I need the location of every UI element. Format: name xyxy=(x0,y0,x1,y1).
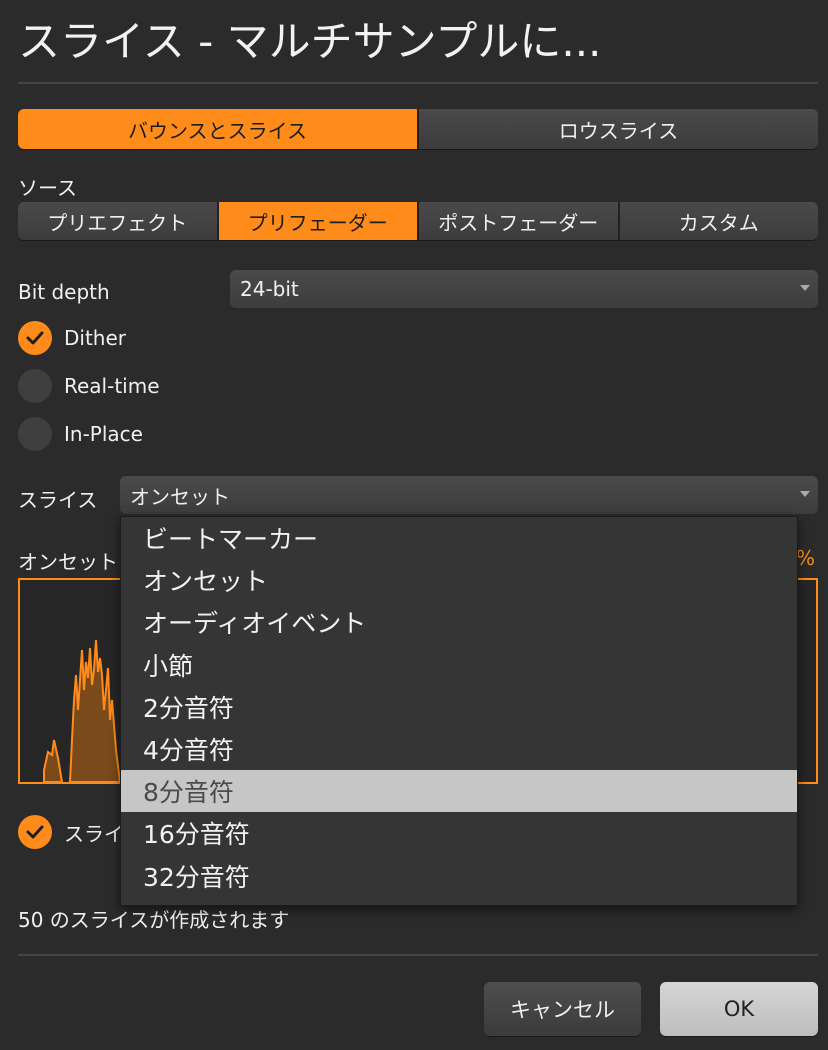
source-label: ソース xyxy=(18,176,77,200)
tab-raw-slice[interactable]: ロウスライス xyxy=(419,109,818,149)
source-pre-fader[interactable]: プリフェーダー xyxy=(218,202,419,240)
source-custom[interactable]: カスタム xyxy=(619,202,818,240)
slice-select[interactable]: オンセット xyxy=(120,476,818,514)
create-slices-checkbox[interactable]: スライ xyxy=(18,815,124,849)
checkmark-icon xyxy=(18,321,52,355)
slice-value: オンセット xyxy=(130,484,230,509)
onset-threshold-label: オンセット xyxy=(18,550,118,574)
chevron-down-icon xyxy=(800,285,810,291)
menu-item-audio-events[interactable]: オーディオイベント xyxy=(121,601,797,643)
source-pre-effect[interactable]: プリエフェクト xyxy=(18,202,219,240)
dither-label: Dither xyxy=(64,326,127,350)
cancel-button[interactable]: キャンセル xyxy=(484,982,641,1036)
source-selector: プリエフェクト プリフェーダー ポストフェーダー カスタム xyxy=(18,202,818,240)
divider xyxy=(18,954,818,956)
mode-tabs: バウンスとスライス ロウスライス xyxy=(18,109,818,149)
onset-threshold-value: % xyxy=(796,546,816,570)
realtime-label: Real-time xyxy=(64,374,160,398)
in-place-checkbox[interactable]: In-Place xyxy=(18,417,143,451)
dither-checkbox[interactable]: Dither xyxy=(18,321,126,355)
waveform-shape xyxy=(43,639,122,782)
checkmark-icon xyxy=(18,815,52,849)
menu-item-thirty-second-note[interactable]: 32分音符 xyxy=(121,855,797,897)
menu-item-half-note[interactable]: 2分音符 xyxy=(121,686,797,728)
menu-item-bar[interactable]: 小節 xyxy=(121,644,797,686)
bit-depth-label: Bit depth xyxy=(18,280,110,304)
realtime-checkbox[interactable]: Real-time xyxy=(18,369,160,403)
chevron-down-icon xyxy=(800,491,810,497)
unchecked-circle-icon xyxy=(18,417,52,451)
menu-item-eighth-note[interactable]: 8分音符 xyxy=(121,770,797,813)
in-place-label: In-Place xyxy=(64,422,143,446)
dialog-title: スライス - マルチサンプルに... xyxy=(18,17,602,66)
create-slices-label: スライ xyxy=(64,821,124,846)
unchecked-circle-icon xyxy=(18,369,52,403)
tab-bounce-and-slice[interactable]: バウンスとスライス xyxy=(18,109,419,149)
source-post-fader[interactable]: ポストフェーダー xyxy=(419,202,620,240)
menu-item-sixteenth-note[interactable]: 16分音符 xyxy=(121,812,797,854)
bit-depth-select[interactable]: 24-bit xyxy=(230,270,818,308)
status-text: 50 のスライスが作成されます xyxy=(18,908,290,932)
menu-item-beat-markers[interactable]: ビートマーカー xyxy=(121,517,797,559)
bit-depth-value: 24-bit xyxy=(240,277,299,301)
slice-dropdown-menu: ビートマーカー オンセット オーディオイベント 小節 2分音符 4分音符 8分音… xyxy=(120,516,798,906)
menu-item-quarter-note[interactable]: 4分音符 xyxy=(121,728,797,770)
menu-item-onset[interactable]: オンセット xyxy=(121,559,797,601)
ok-button[interactable]: OK xyxy=(660,982,818,1036)
divider xyxy=(18,82,818,84)
slice-label: スライス xyxy=(18,488,98,512)
